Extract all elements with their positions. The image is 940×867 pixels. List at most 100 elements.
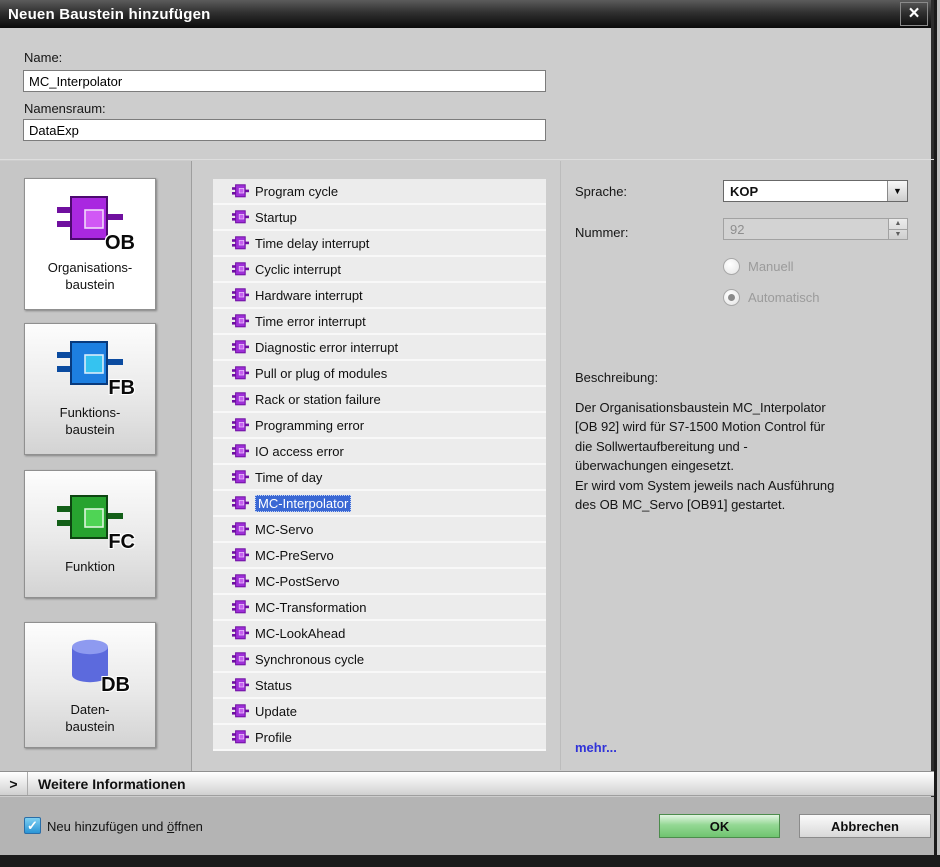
ob-block-icon: [232, 262, 249, 276]
fc-abbr: FC: [108, 530, 135, 553]
db-cylinder-icon: DB: [62, 635, 130, 696]
ob-block-icon: [232, 366, 249, 380]
list-item-label: MC-LookAhead: [255, 625, 346, 641]
checkbox-label-post: ffnen: [174, 819, 203, 834]
ob-block-icon: [232, 418, 249, 432]
list-item[interactable]: Status: [213, 673, 546, 697]
language-dropdown[interactable]: KOP ▼: [723, 180, 908, 202]
checkbox-label-pre: Neu hinzufügen und: [47, 819, 167, 834]
db-label: Daten- baustein: [65, 702, 115, 734]
list-item[interactable]: MC-Interpolator: [213, 491, 546, 515]
fb-block-icon: FB: [57, 340, 135, 399]
close-icon: ×: [908, 3, 920, 24]
language-label: Sprache:: [575, 184, 628, 199]
fb-label: Funktions- baustein: [59, 405, 121, 437]
list-item[interactable]: MC-PreServo: [213, 543, 546, 567]
list-item-label: Profile: [255, 729, 292, 745]
ok-button[interactable]: OK: [659, 814, 780, 838]
add-and-open-checkbox[interactable]: ✓: [24, 817, 41, 834]
ob-list: Program cycle Startup Time delay interru…: [213, 179, 546, 751]
ob-block-icon: [232, 626, 249, 640]
language-value: KOP: [730, 183, 759, 199]
list-item[interactable]: Synchronous cycle: [213, 647, 546, 671]
name-label: Name:: [24, 50, 63, 65]
ob-block-icon: [232, 392, 249, 406]
list-item[interactable]: IO access error: [213, 439, 546, 463]
list-item[interactable]: Profile: [213, 725, 546, 749]
list-item[interactable]: Update: [213, 699, 546, 723]
ob-block-icon: [232, 730, 249, 744]
automatic-radio: Automatisch: [723, 289, 820, 306]
list-item-label: MC-Interpolator: [255, 494, 352, 512]
list-item-label: Pull or plug of modules: [255, 365, 388, 381]
ob-block-icon: [232, 184, 249, 198]
list-item[interactable]: MC-PostServo: [213, 569, 546, 593]
ob-block-icon: [232, 704, 249, 718]
list-item[interactable]: Program cycle: [213, 179, 546, 203]
radio-circle-icon: [723, 289, 740, 306]
number-spinner: 92 ▲ ▼: [723, 218, 908, 240]
ob-block-icon: [232, 288, 249, 302]
list-item[interactable]: Programming error: [213, 413, 546, 437]
list-item[interactable]: Pull or plug of modules: [213, 361, 546, 385]
spinner-down-icon: ▼: [894, 230, 902, 238]
list-item[interactable]: MC-Servo: [213, 517, 546, 541]
list-item-label: MC-PostServo: [255, 573, 340, 589]
more-information-label: Weitere Informationen: [38, 775, 186, 792]
checkmark-icon: ✓: [27, 818, 38, 833]
list-item-label: MC-PreServo: [255, 547, 334, 563]
radio-circle-icon: [723, 258, 740, 275]
spinner-up-icon: ▲: [889, 219, 907, 230]
ob-block-icon: [232, 210, 249, 224]
screen: Neuen Baustein hinzufügen × Name: Namens…: [0, 0, 940, 867]
chevron-down-icon[interactable]: ▼: [887, 181, 907, 201]
list-item[interactable]: Hardware interrupt: [213, 283, 546, 307]
description-text: Der Organisationsbaustein MC_Interpolato…: [575, 400, 835, 513]
spinner-buttons: ▲ ▼: [888, 219, 907, 239]
cancel-button[interactable]: Abbrechen: [799, 814, 931, 838]
list-item-label: Time error interrupt: [255, 313, 366, 329]
add-new-block-dialog: Neuen Baustein hinzufügen × Name: Namens…: [0, 0, 934, 855]
number-value: 92: [730, 221, 745, 237]
expander-chevron-icon[interactable]: >: [0, 772, 28, 795]
name-input[interactable]: [23, 70, 546, 92]
ob-block-icon: [232, 574, 249, 588]
namespace-label: Namensraum:: [24, 101, 106, 116]
ob-block-icon: [232, 444, 249, 458]
list-item-label: Update: [255, 703, 297, 719]
ob-label: Organisations- baustein: [47, 260, 133, 292]
list-item[interactable]: Time of day: [213, 465, 546, 489]
dialog-title: Neuen Baustein hinzufügen: [8, 5, 211, 23]
list-item-label: Diagnostic error interrupt: [255, 339, 399, 355]
list-item[interactable]: MC-LookAhead: [213, 621, 546, 645]
ob-block-icon: [232, 314, 249, 328]
list-item[interactable]: Diagnostic error interrupt: [213, 335, 546, 359]
function-button[interactable]: FC Funktion: [24, 470, 156, 598]
function-block-button[interactable]: FB Funktions- baustein: [24, 323, 156, 455]
fb-abbr: FB: [108, 377, 135, 399]
ob-block-icon: [232, 548, 249, 562]
automatic-radio-label: Automatisch: [748, 290, 820, 305]
ob-block-icon: [232, 678, 249, 692]
list-item[interactable]: Startup: [213, 205, 546, 229]
list-item-label: MC-Servo: [255, 521, 314, 537]
list-item[interactable]: Time error interrupt: [213, 309, 546, 333]
list-item-label: IO access error: [255, 443, 344, 459]
close-button[interactable]: ×: [900, 2, 928, 26]
list-item-label: Cyclic interrupt: [255, 261, 341, 277]
ob-block-icon: [232, 522, 249, 536]
data-block-button[interactable]: DB Daten- baustein: [24, 622, 156, 748]
cancel-button-label: Abbrechen: [831, 818, 899, 834]
fc-block-icon: FC: [57, 494, 135, 553]
list-item[interactable]: Cyclic interrupt: [213, 257, 546, 281]
list-item-label: Time of day: [255, 469, 323, 485]
list-item[interactable]: Rack or station failure: [213, 387, 546, 411]
ob-block-icon: [232, 652, 249, 666]
list-item-label: Program cycle: [255, 183, 339, 199]
list-item[interactable]: MC-Transformation: [213, 595, 546, 619]
namespace-input[interactable]: [23, 119, 546, 141]
organization-block-button[interactable]: OB Organisations- baustein: [24, 178, 156, 310]
dialog-titlebar: Neuen Baustein hinzufügen ×: [0, 0, 931, 28]
list-item[interactable]: Time delay interrupt: [213, 231, 546, 255]
more-link[interactable]: mehr...: [575, 740, 617, 755]
